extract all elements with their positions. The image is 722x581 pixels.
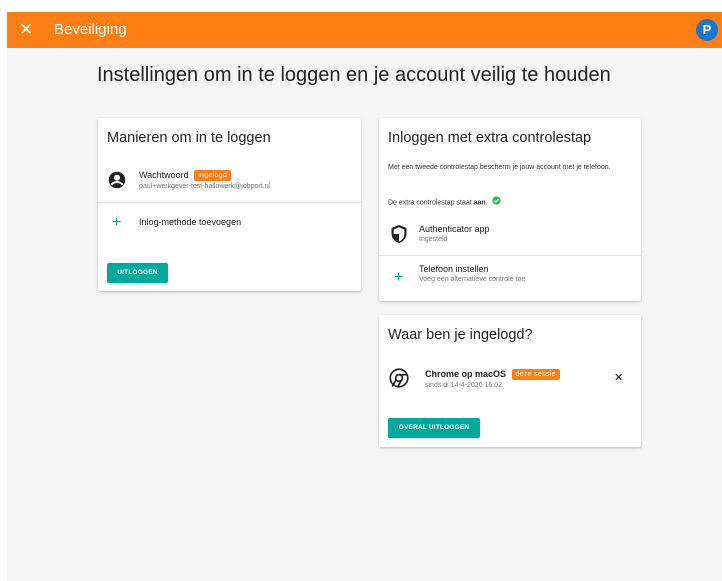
add-login-method-row[interactable]: + Inlog-methode toevoegen xyxy=(98,203,361,243)
app-frame: ✕ Beveiliging P Instellingen om in te lo… xyxy=(7,12,722,581)
two-step-status-suffix: . xyxy=(485,199,488,207)
plus-icon: + xyxy=(112,214,122,231)
two-step-card: Inloggen met extra controlestap Met een … xyxy=(379,118,641,301)
sessions-title: Waar ben je ingelogd? xyxy=(388,327,533,343)
shield-icon xyxy=(390,224,408,244)
session-label: Chrome op macOS xyxy=(425,369,507,379)
login-methods-title: Manieren om in te loggen xyxy=(107,130,271,146)
two-step-description: Met een tweede controlestap bescherm je … xyxy=(388,164,611,171)
page-title: Instellingen om in te loggen en je accou… xyxy=(97,64,611,86)
add-login-method-label: Inlog-methode toevoegen xyxy=(139,217,242,227)
login-methods-card: Manieren om in te loggen Wachtwoord inge… xyxy=(98,118,361,291)
status-badge: ingelogd xyxy=(194,170,232,182)
plus-icon: + xyxy=(394,269,404,286)
sessions-card: Waar ben je ingelogd? Chrome op macOS de… xyxy=(379,315,641,447)
two-step-status-prefix: De extra controlestap staat xyxy=(388,199,474,207)
password-row[interactable]: Wachtwoord ingelogd paul+werkgever-test-… xyxy=(139,170,354,190)
session-badge: deze sessie xyxy=(511,369,560,381)
two-step-status: De extra controlestap staat aan. xyxy=(388,196,501,209)
password-email: paul+werkgever-test-hallowerk@jobport.nl xyxy=(139,183,271,191)
phone-setup-row[interactable]: + Telefoon instellen Voeg een alternatie… xyxy=(379,256,641,300)
logout-everywhere-button[interactable]: OVERAL UITLOGGEN xyxy=(388,418,480,438)
top-bar: ✕ Beveiliging P xyxy=(7,12,722,48)
chrome-icon xyxy=(389,368,409,388)
authenticator-status: Ingesteld xyxy=(419,236,448,243)
password-label: Wachtwoord xyxy=(139,170,189,180)
topbar-title: Beveiliging xyxy=(54,21,127,38)
two-step-title: Inloggen met extra controlestap xyxy=(388,130,592,146)
remove-session-icon[interactable]: ✕ xyxy=(614,371,623,384)
close-icon[interactable]: ✕ xyxy=(19,20,33,40)
session-since: sinds di 14-4-2020 16:02 xyxy=(425,382,503,390)
authenticator-row[interactable]: Authenticator app Ingesteld xyxy=(419,224,629,243)
two-step-status-value: aan xyxy=(473,199,486,207)
avatar[interactable]: P xyxy=(696,19,718,41)
logout-button[interactable]: UITLOGGEN xyxy=(107,263,168,283)
authenticator-label: Authenticator app xyxy=(419,224,490,234)
phone-setup-sub: Voeg een alternatieve controle toe xyxy=(419,276,526,283)
check-circle-icon xyxy=(491,196,501,209)
phone-setup-label: Telefoon instellen xyxy=(419,264,489,274)
session-row: Chrome op macOS deze sessie sinds di 14-… xyxy=(425,369,595,389)
account-circle-icon xyxy=(108,171,126,189)
